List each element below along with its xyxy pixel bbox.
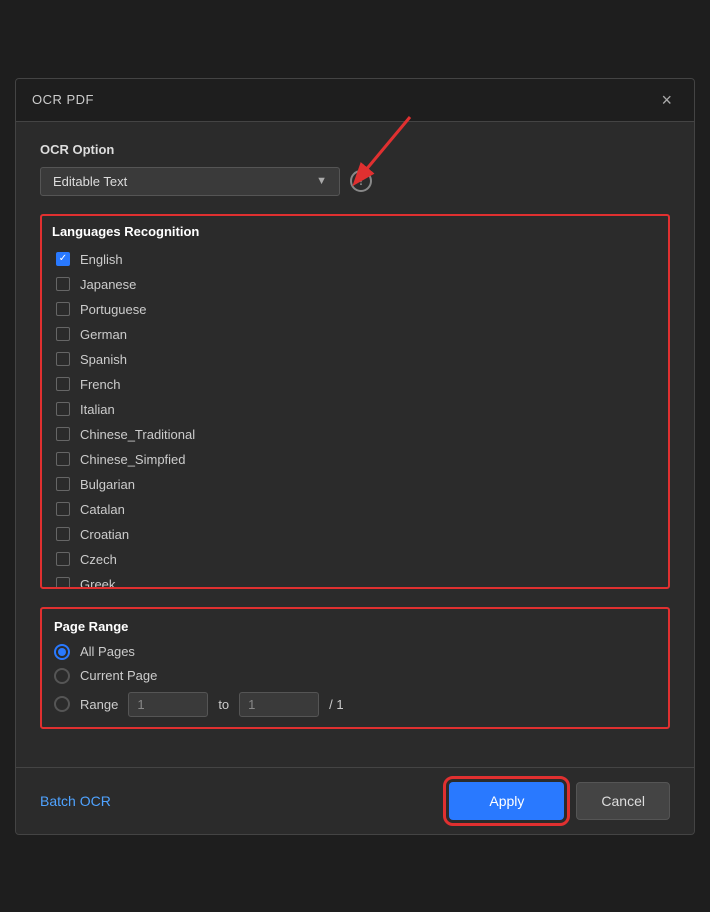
language-list[interactable]: English Japanese Portuguese German Spanish Fr… bbox=[42, 247, 668, 587]
language-name: Bulgarian bbox=[80, 477, 135, 492]
title-bar: OCR PDF × bbox=[16, 79, 694, 122]
page-range-title: Page Range bbox=[54, 619, 656, 634]
language-name: German bbox=[80, 327, 127, 342]
dropdown-value: Editable Text bbox=[53, 174, 127, 189]
language-name: Portuguese bbox=[80, 302, 147, 317]
footer-buttons: Apply Cancel bbox=[449, 782, 670, 820]
language-checkbox[interactable] bbox=[56, 302, 70, 316]
ocr-pdf-dialog: OCR PDF × OCR Option Editable Text ▼ ! bbox=[15, 78, 695, 835]
cancel-button[interactable]: Cancel bbox=[576, 782, 670, 820]
language-name: French bbox=[80, 377, 120, 392]
language-item[interactable]: Greek bbox=[52, 572, 658, 587]
language-item[interactable]: Portuguese bbox=[52, 297, 658, 322]
to-label: to bbox=[218, 697, 229, 712]
all-pages-radio[interactable] bbox=[54, 644, 70, 660]
all-pages-row: All Pages bbox=[54, 644, 656, 660]
apply-button[interactable]: Apply bbox=[449, 782, 564, 820]
language-item[interactable]: French bbox=[52, 372, 658, 397]
dialog-content: OCR Option Editable Text ▼ ! Languages bbox=[16, 122, 694, 767]
language-checkbox[interactable] bbox=[56, 477, 70, 491]
language-item[interactable]: Croatian bbox=[52, 522, 658, 547]
languages-title: Languages Recognition bbox=[52, 224, 658, 239]
language-checkbox[interactable] bbox=[56, 327, 70, 341]
language-item[interactable]: Italian bbox=[52, 397, 658, 422]
language-checkbox[interactable] bbox=[56, 402, 70, 416]
current-page-radio[interactable] bbox=[54, 668, 70, 684]
range-radio[interactable] bbox=[54, 696, 70, 712]
language-item[interactable]: Chinese_Simpfied bbox=[52, 447, 658, 472]
ocr-option-row: Editable Text ▼ ! bbox=[40, 167, 670, 196]
range-from-input[interactable] bbox=[128, 692, 208, 717]
language-name: Italian bbox=[80, 402, 115, 417]
language-checkbox[interactable] bbox=[56, 552, 70, 566]
language-checkbox[interactable] bbox=[56, 452, 70, 466]
ocr-option-label: OCR Option bbox=[40, 142, 670, 157]
languages-section: Languages Recognition English Japanese Por… bbox=[40, 214, 670, 589]
chevron-down-icon: ▼ bbox=[316, 175, 327, 187]
language-checkbox[interactable] bbox=[56, 502, 70, 516]
close-button[interactable]: × bbox=[655, 89, 678, 111]
language-name: Chinese_Simpfied bbox=[80, 452, 186, 467]
language-name: Catalan bbox=[80, 502, 125, 517]
language-checkbox[interactable] bbox=[56, 252, 70, 266]
page-range-section: Page Range All Pages Current Page Range … bbox=[40, 607, 670, 729]
range-to-input[interactable] bbox=[239, 692, 319, 717]
language-item[interactable]: Chinese_Traditional bbox=[52, 422, 658, 447]
language-item[interactable]: Spanish bbox=[52, 347, 658, 372]
language-name: English bbox=[80, 252, 123, 267]
language-checkbox[interactable] bbox=[56, 277, 70, 291]
language-item[interactable]: Catalan bbox=[52, 497, 658, 522]
batch-ocr-button[interactable]: Batch OCR bbox=[40, 793, 111, 809]
language-name: Croatian bbox=[80, 527, 129, 542]
language-checkbox[interactable] bbox=[56, 527, 70, 541]
info-icon[interactable]: ! bbox=[350, 170, 372, 192]
language-checkbox[interactable] bbox=[56, 577, 70, 587]
dialog-title: OCR PDF bbox=[32, 92, 94, 107]
language-checkbox[interactable] bbox=[56, 377, 70, 391]
language-name: Japanese bbox=[80, 277, 136, 292]
language-item[interactable]: Bulgarian bbox=[52, 472, 658, 497]
language-item[interactable]: Czech bbox=[52, 547, 658, 572]
language-item[interactable]: English bbox=[52, 247, 658, 272]
language-name: Chinese_Traditional bbox=[80, 427, 195, 442]
language-item[interactable]: Japanese bbox=[52, 272, 658, 297]
language-name: Greek bbox=[80, 577, 115, 587]
range-row: Range to / 1 bbox=[54, 692, 656, 717]
language-item[interactable]: German bbox=[52, 322, 658, 347]
language-checkbox[interactable] bbox=[56, 427, 70, 441]
current-page-label: Current Page bbox=[80, 668, 157, 683]
ocr-option-dropdown[interactable]: Editable Text ▼ bbox=[40, 167, 340, 196]
range-label: Range bbox=[80, 697, 118, 712]
language-name: Spanish bbox=[80, 352, 127, 367]
all-pages-label: All Pages bbox=[80, 644, 135, 659]
language-checkbox[interactable] bbox=[56, 352, 70, 366]
footer: Batch OCR Apply Cancel bbox=[16, 767, 694, 834]
language-name: Czech bbox=[80, 552, 117, 567]
range-total: / 1 bbox=[329, 697, 343, 712]
current-page-row: Current Page bbox=[54, 668, 656, 684]
